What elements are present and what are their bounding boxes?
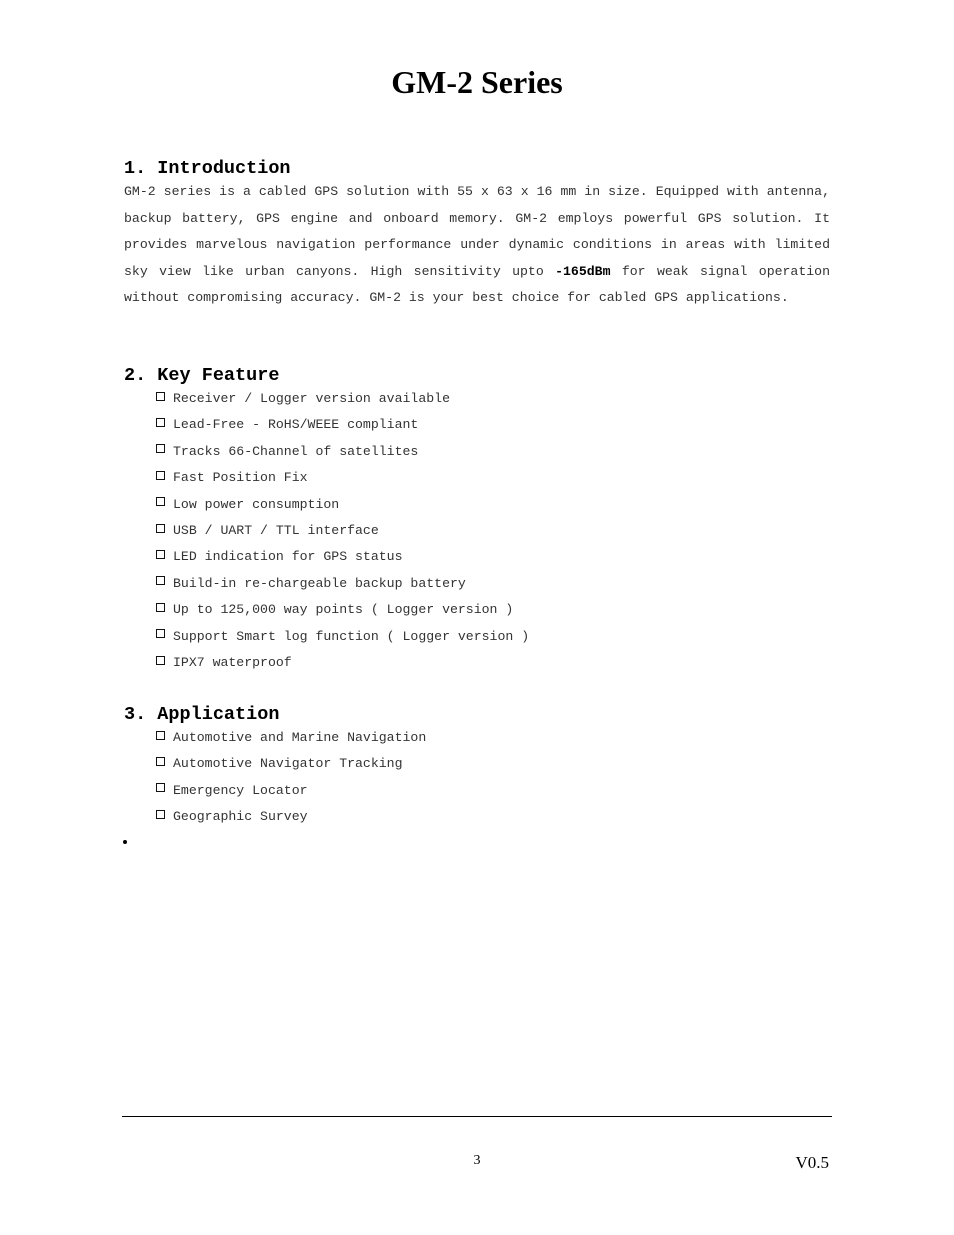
- item-text: Emergency Locator: [173, 782, 308, 798]
- checkbox-icon: [156, 655, 165, 665]
- checkbox-icon: [156, 730, 165, 740]
- item-text: Automotive Navigator Tracking: [173, 756, 403, 772]
- checkbox-icon: [156, 444, 165, 454]
- item-text: Lead-Free - RoHS/WEEE compliant: [173, 417, 419, 433]
- list-item: Build-in re-chargeable backup battery: [156, 571, 529, 597]
- list-item: Automotive and Marine Navigation: [156, 725, 426, 751]
- item-text: Automotive and Marine Navigation: [173, 730, 427, 745]
- introduction-paragraph: GM-2 series is a cabled GPS solution wit…: [124, 179, 830, 312]
- item-text: LED indication for GPS status: [173, 549, 403, 565]
- checkbox-icon: [156, 783, 165, 793]
- version-label: V0.5: [795, 1153, 829, 1172]
- checkbox-icon: [156, 550, 165, 560]
- heading-introduction: 1. Introduction: [124, 158, 291, 179]
- checkbox-icon: [156, 602, 165, 612]
- list-item: Emergency Locator: [156, 778, 426, 804]
- list-item: Geographic Survey: [156, 804, 426, 830]
- checkbox-icon: [156, 576, 165, 586]
- list-item: Support Smart log function ( Logger vers…: [156, 624, 529, 650]
- checkbox-icon: [156, 757, 165, 767]
- checkbox-icon: [156, 809, 165, 819]
- checkbox-icon: [156, 418, 165, 428]
- list-item: Up to 125,000 way points ( Logger versio…: [156, 597, 529, 623]
- list-item: IPX7 waterproof: [156, 650, 529, 676]
- list-item: Low power consumption: [156, 492, 529, 518]
- item-text: Build-in re-chargeable backup battery: [173, 575, 466, 591]
- heading-application: 3. Application: [124, 704, 280, 725]
- sensitivity-value: -165dBm: [555, 263, 611, 279]
- application-list: Automotive and Marine Navigation Automot…: [156, 725, 426, 831]
- item-text: Support Smart log function ( Logger vers…: [173, 628, 530, 644]
- list-item: USB / UART / TTL interface: [156, 518, 529, 544]
- item-text: Up to 125,000 way points ( Logger versio…: [173, 602, 514, 618]
- list-item: Automotive Navigator Tracking: [156, 751, 426, 777]
- item-text: IPX7 waterproof: [173, 654, 292, 670]
- checkbox-icon: [156, 523, 165, 533]
- checkbox-icon: [156, 497, 165, 507]
- checkbox-icon: [156, 391, 165, 401]
- item-text: Low power consumption: [173, 496, 340, 512]
- item-text: Tracks 66-Channel of satellites: [173, 443, 419, 459]
- list-item: Receiver / Logger version available: [156, 386, 529, 412]
- list-item: Fast Position Fix: [156, 465, 529, 491]
- item-text: USB / UART / TTL interface: [173, 522, 379, 538]
- checkbox-icon: [156, 470, 165, 480]
- list-item: LED indication for GPS status: [156, 544, 529, 570]
- list-item: Tracks 66-Channel of satellites: [156, 439, 529, 465]
- heading-key-feature: 2. Key Feature: [124, 365, 280, 386]
- item-text: Fast Position Fix: [173, 470, 308, 486]
- item-text: Geographic Survey: [173, 809, 308, 825]
- item-text: Receiver / Logger version available: [173, 391, 450, 406]
- checkbox-icon: [156, 629, 165, 639]
- bullet-icon: [123, 840, 127, 844]
- footer-divider: [122, 1116, 832, 1117]
- document-title: GM-2 Series: [391, 64, 563, 100]
- list-item: Lead-Free - RoHS/WEEE compliant: [156, 412, 529, 438]
- key-feature-list: Receiver / Logger version available Lead…: [156, 386, 529, 676]
